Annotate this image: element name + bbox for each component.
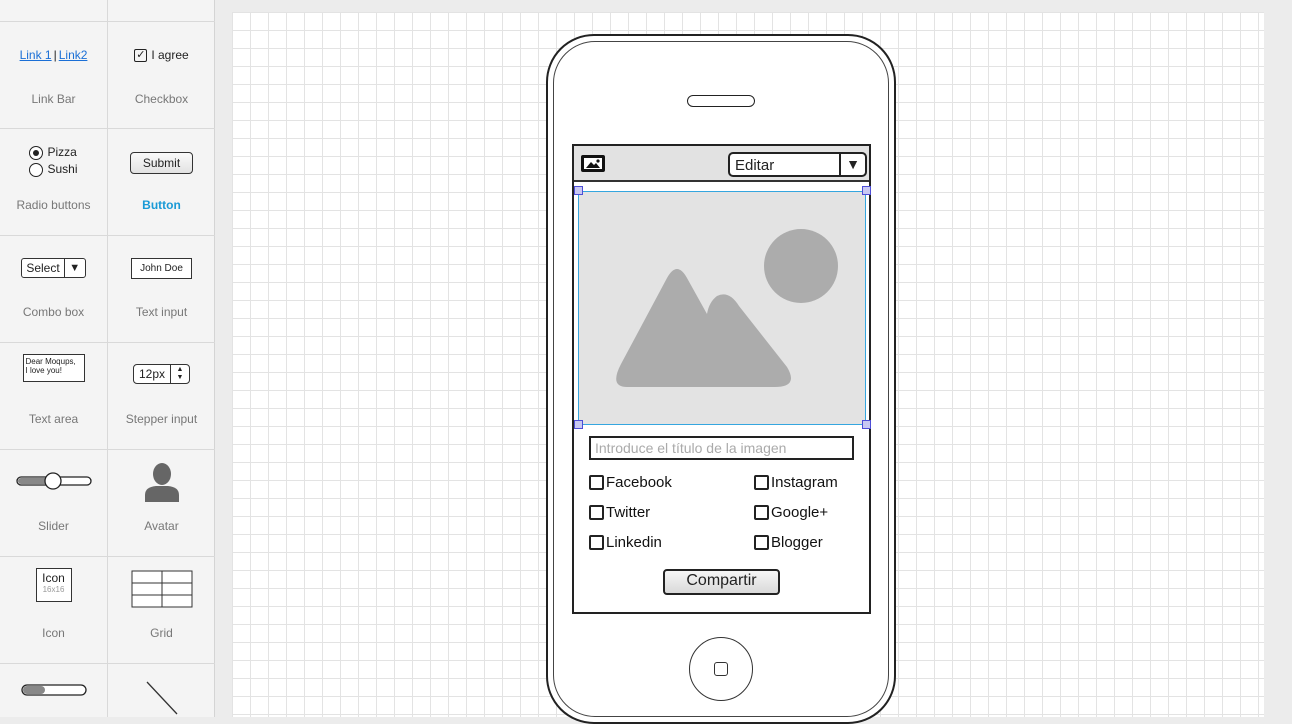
palette-item-avatar[interactable]: Avatar (108, 449, 215, 556)
palette-item-grid[interactable]: Grid (108, 556, 215, 663)
share-option-label: Linkedin (606, 534, 662, 551)
image-icon[interactable] (581, 155, 605, 172)
checkbox-icon (589, 505, 604, 520)
checkbox-text: I agree (151, 48, 189, 62)
icon-preview: Icon 16x16 (0, 568, 107, 602)
combo-box-preview: Select ▼ (0, 258, 107, 278)
palette-item-radio-buttons[interactable]: Pizza Sushi Radio buttons (0, 128, 107, 235)
palette-item-button[interactable]: Submit Button (108, 128, 215, 235)
avatar-icon (108, 461, 215, 503)
share-button[interactable]: Compartir (663, 569, 780, 595)
palette-item-progress-bar[interactable] (0, 663, 107, 717)
palette-item-link-bar[interactable]: Link 1 | Link2 Link Bar (0, 30, 107, 137)
radio-option-text: Pizza (47, 145, 77, 159)
landscape-image-icon (616, 229, 838, 387)
share-checkbox-twitter[interactable]: Twitter (589, 504, 650, 521)
resize-handle[interactable] (862, 420, 871, 429)
palette-item-line[interactable] (108, 663, 215, 717)
radio-selected-icon (29, 145, 44, 160)
text-area-line: I love you! (25, 366, 62, 375)
palette-item-stepper-input[interactable]: 12px ▲ ▼ Stepper input (108, 342, 215, 449)
button-preview: Submit (108, 152, 215, 174)
resize-handle[interactable] (574, 186, 583, 195)
stepper-down-icon: ▼ (176, 374, 184, 381)
share-checkbox-google-plus[interactable]: Google+ (754, 504, 828, 521)
dropdown-arrow-icon: ▼ (839, 154, 865, 175)
share-option-label: Google+ (771, 504, 829, 521)
share-checkbox-linkedin[interactable]: Linkedin (589, 534, 662, 551)
screen-toolbar: Editar ▼ (574, 146, 869, 182)
stepper-up-icon: ▲ (176, 366, 184, 373)
checkbox-icon (589, 535, 604, 550)
share-option-label: Twitter (606, 504, 651, 521)
radio-unselected-icon (29, 162, 44, 177)
dropdown-arrow-icon: ▼ (63, 259, 85, 277)
icon-preview-size: 16x16 (42, 585, 65, 594)
radio-option-text: Sushi (47, 162, 78, 176)
share-option-label: Blogger (771, 534, 823, 551)
image-title-input[interactable]: Introduce el título de la imagen (589, 436, 854, 460)
submit-button-preview: Submit (129, 152, 194, 174)
text-area-line: Dear Moqups, (25, 357, 76, 366)
icon-preview-text: Icon (42, 571, 65, 585)
share-option-label: Facebook (606, 474, 672, 491)
home-button[interactable] (689, 637, 753, 701)
checkbox-icon (754, 505, 769, 520)
line-icon (108, 681, 215, 715)
share-checkbox-blogger[interactable]: Blogger (754, 534, 823, 551)
link-separator: | (53, 48, 57, 62)
slider-icon (0, 471, 107, 491)
checkbox-checked-icon: ✓ (134, 48, 148, 62)
stepper-value: 12px (138, 367, 166, 381)
text-input-preview: John Doe (108, 258, 215, 279)
home-square-icon (714, 662, 728, 676)
palette-item-text-input[interactable]: John Doe Text input (108, 235, 215, 342)
radio-preview: Pizza Sushi (0, 144, 107, 178)
palette-item-label: Radio buttons (16, 198, 91, 212)
progress-bar-icon (0, 683, 107, 697)
palette-item-label: Combo box (22, 305, 85, 319)
palette-item-label: Icon (42, 626, 65, 640)
link-1: Link 1 (19, 48, 52, 62)
text-input-value: John Doe (131, 258, 192, 279)
checkbox-icon (589, 475, 604, 490)
text-area-preview: Dear Moqups, I love you! (0, 354, 107, 382)
link-2: Link2 (58, 48, 88, 62)
checkbox-preview: ✓ I agree (108, 48, 215, 62)
link-bar-preview: Link 1 | Link2 (0, 48, 107, 62)
palette-item-label-active: Button (142, 198, 181, 212)
palette-item-label: Link Bar (31, 92, 76, 106)
palette-item-label: Avatar (144, 519, 179, 533)
palette-item-label: Checkbox (134, 92, 189, 106)
palette-item-label: Grid (150, 626, 173, 640)
checkbox-icon (754, 475, 769, 490)
checkbox-icon (754, 535, 769, 550)
resize-handle[interactable] (574, 420, 583, 429)
phone-screen[interactable]: Editar ▼ Introduce el título de la image… (572, 144, 871, 614)
palette-item-text-area[interactable]: Dear Moqups, I love you! Text area (0, 342, 107, 449)
combo-text: Select (26, 261, 60, 275)
palette-item-label: Slider (38, 519, 69, 533)
share-checkbox-instagram[interactable]: Instagram (754, 474, 838, 491)
palette-item-label: Stepper input (125, 412, 198, 426)
stepper-preview: 12px ▲ ▼ (108, 364, 215, 384)
edit-dropdown-value: Editar (735, 157, 775, 174)
palette-item-label: Text area (28, 412, 79, 426)
resize-handle[interactable] (862, 186, 871, 195)
palette-item-checkbox[interactable]: ✓ I agree Checkbox (108, 30, 215, 137)
image-placeholder[interactable] (578, 191, 866, 425)
edit-dropdown[interactable]: Editar ▼ (728, 152, 867, 177)
share-checkbox-facebook[interactable]: Facebook (589, 474, 672, 491)
palette-item-combo-box[interactable]: Select ▼ Combo box (0, 235, 107, 342)
speaker-slot (687, 95, 755, 107)
palette-item-slider[interactable]: Slider (0, 449, 107, 556)
grid-icon (108, 570, 215, 608)
palette-item-icon[interactable]: Icon 16x16 Icon (0, 556, 107, 663)
share-option-label: Instagram (771, 474, 838, 491)
component-palette: Link 1 | Link2 Link Bar ✓ I agree Checkbox… (0, 0, 215, 717)
palette-item-label: Text input (135, 305, 188, 319)
